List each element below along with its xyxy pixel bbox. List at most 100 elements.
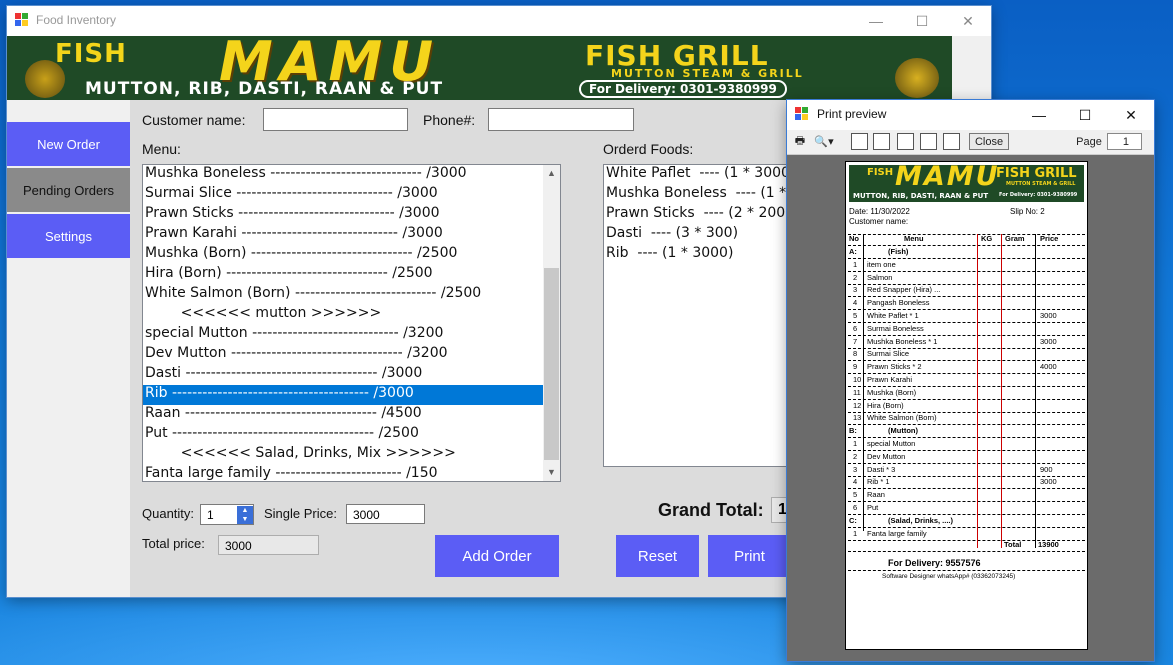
sidebar-item-new-order[interactable]: New Order xyxy=(7,122,130,166)
zoom-icon[interactable]: 🔍▾ xyxy=(811,133,837,150)
phone-input[interactable] xyxy=(488,108,634,131)
preview-title-bar[interactable]: Print preview — ☐ ✕ xyxy=(787,100,1154,130)
two-pages-icon[interactable] xyxy=(873,133,890,150)
scroll-up-icon[interactable]: ▲ xyxy=(543,165,560,182)
ordered-item[interactable]: Dasti ---- (3 * 300) xyxy=(604,225,804,245)
page-number-stepper[interactable]: 1 xyxy=(1107,133,1142,150)
menu-item[interactable]: <<<<<< Salad, Drinks, Mix >>>>>> xyxy=(143,445,543,465)
single-price-input[interactable]: 3000 xyxy=(346,504,425,524)
sidebar-item-pending-orders[interactable]: Pending Orders xyxy=(7,168,130,212)
menu-item[interactable]: Fanta large family ---------------------… xyxy=(143,465,543,481)
restaurant-banner: FISH MAMU FISH GRILL MUTTON STEAM & GRIL… xyxy=(7,36,952,100)
receipt-row-menu: Surmai Slice xyxy=(867,349,910,359)
receipt-row-menu: special Mutton xyxy=(867,439,916,448)
col-divider xyxy=(1035,234,1036,548)
menu-item[interactable]: Mushka (Born) --------------------------… xyxy=(143,245,543,265)
reset-button[interactable]: Reset xyxy=(616,535,699,577)
menu-item[interactable]: Rib ------------------------------------… xyxy=(143,385,543,405)
total-price-field: 3000 xyxy=(218,535,319,555)
ordered-items: White Paflet ---- (1 * 3000) Mushka Bonel… xyxy=(604,165,804,265)
print-button[interactable]: Print xyxy=(708,535,791,577)
ordered-foods-listbox[interactable]: White Paflet ---- (1 * 3000) Mushka Bonel… xyxy=(603,164,805,467)
menu-item[interactable]: Hira (Born) ----------------------------… xyxy=(143,265,543,285)
preview-close-button[interactable]: ✕ xyxy=(1108,100,1154,130)
receipt-section-row: B: (Mutton) xyxy=(848,425,1085,439)
receipt-item-row: 5 Raan xyxy=(848,489,1085,503)
preview-maximize-button[interactable]: ☐ xyxy=(1062,100,1108,130)
menu-item[interactable]: Prawn Karahi ---------------------------… xyxy=(143,225,543,245)
one-page-icon[interactable] xyxy=(851,133,868,150)
receipt-row-menu: Dev Mutton xyxy=(867,451,906,461)
receipt-row-menu: (Salad, Drinks, ....) xyxy=(888,515,954,525)
preview-close-toolbar-button[interactable]: Close xyxy=(969,133,1009,150)
receipt-row-no: 5 xyxy=(853,490,858,500)
decrement-icon[interactable]: ▼ xyxy=(237,515,253,524)
preview-minimize-button[interactable]: — xyxy=(1016,100,1062,130)
receipt-item-row: 11 Mushka (Born) xyxy=(848,387,1085,400)
banner-menu-line: MUTTON, RIB, DASTI, RAAN & PUT xyxy=(85,79,444,99)
ordered-item[interactable]: Rib ---- (1 * 3000) xyxy=(604,245,804,265)
receipt-row-menu: Put xyxy=(867,503,879,512)
six-pages-icon[interactable] xyxy=(943,133,960,150)
receipt-row-no: 11 xyxy=(853,387,861,397)
maximize-button[interactable]: ☐ xyxy=(899,6,945,36)
receipt-item-row: 4 Pangash Boneless xyxy=(848,297,1085,311)
receipt-banner-fish: FISH xyxy=(867,167,894,178)
receipt-banner-brand: MAMU xyxy=(895,165,1000,192)
menu-item[interactable]: special Mutton -------------------------… xyxy=(143,325,543,345)
scroll-down-icon[interactable]: ▼ xyxy=(543,464,560,481)
four-pages-icon[interactable] xyxy=(920,133,937,150)
add-order-button[interactable]: Add Order xyxy=(435,535,559,577)
col-divider xyxy=(977,234,978,548)
menu-item[interactable]: <<<<<< mutton >>>>>> xyxy=(143,305,543,325)
menu-item[interactable]: Raan -----------------------------------… xyxy=(143,405,543,425)
customer-name-label: Customer name: xyxy=(142,112,246,128)
ordered-foods-label: Orderd Foods: xyxy=(603,141,694,157)
receipt-row-no: 7 xyxy=(853,336,858,346)
increment-icon[interactable]: ▲ xyxy=(237,506,253,515)
receipt-item-row: 7 Mushka Boneless * 1 3000 xyxy=(848,336,1085,349)
receipt-row-menu: (Mutton) xyxy=(888,426,918,436)
receipt-row-price: 3000 xyxy=(1040,311,1057,320)
close-button[interactable]: ✕ xyxy=(945,6,991,36)
menu-item[interactable]: Mushka Boneless ------------------------… xyxy=(143,165,543,185)
receipt-row-menu: Raan xyxy=(867,490,885,500)
receipt-row-menu: Surmai Boneless xyxy=(867,323,924,333)
title-bar[interactable]: Food Inventory — ☐ ✕ xyxy=(7,6,991,36)
quantity-label: Quantity: xyxy=(142,506,195,521)
quantity-stepper[interactable]: 1 ▲ ▼ xyxy=(200,504,254,525)
banner-subtitle: MUTTON STEAM & GRILL xyxy=(611,67,804,80)
receipt-item-row: 1 special Mutton xyxy=(848,438,1085,451)
menu-item[interactable]: Dev Mutton -----------------------------… xyxy=(143,345,543,365)
ordered-item[interactable]: Mushka Boneless ---- (1 * 3000) xyxy=(604,185,804,205)
menu-item[interactable]: Put ------------------------------------… xyxy=(143,425,543,445)
ordered-item[interactable]: White Paflet ---- (1 * 3000) xyxy=(604,165,804,185)
sidebar-item-settings[interactable]: Settings xyxy=(7,214,130,258)
menu-item[interactable]: White Salmon (Born) --------------------… xyxy=(143,285,543,305)
customer-name-input[interactable] xyxy=(263,108,408,131)
menu-item[interactable]: Prawn Sticks ---------------------------… xyxy=(143,205,543,225)
receipt-row-no: 4 xyxy=(853,477,858,487)
page-label: Page xyxy=(1076,135,1102,148)
menu-item[interactable]: Dasti ----------------------------------… xyxy=(143,365,543,385)
receipt-row-menu: Prawn Karahi xyxy=(867,375,913,384)
grand-total-label: Grand Total: xyxy=(658,500,764,520)
receipt-footer: Software Designer whatsApp# (03362073245… xyxy=(882,573,1016,580)
dish-logo-icon xyxy=(895,58,939,98)
receipt-item-row: 13 White Salmon (Born) xyxy=(848,412,1085,426)
menu-scrollbar[interactable]: ▲ ▼ xyxy=(543,165,560,481)
printer-icon[interactable]: 🖶 xyxy=(791,133,809,150)
receipt-row-no: A: xyxy=(849,247,857,256)
menu-item[interactable]: Surmai Slice ---------------------------… xyxy=(143,185,543,205)
banner-fish: FISH xyxy=(55,39,127,69)
minimize-button[interactable]: — xyxy=(853,6,899,36)
menu-listbox[interactable]: Mushka Boneless ------------------------… xyxy=(142,164,561,482)
preview-title: Print preview xyxy=(817,107,887,121)
menu-label: Menu: xyxy=(142,141,181,157)
total-price-label: Total price: xyxy=(142,536,205,551)
ordered-item[interactable]: Prawn Sticks ---- (2 * 2000) xyxy=(604,205,804,225)
receipt-item-row: 3 Red Snapper (Hira) ... xyxy=(848,284,1085,298)
receipt-item-row: 9 Prawn Sticks * 2 4000 xyxy=(848,361,1085,375)
three-pages-icon[interactable] xyxy=(897,133,914,150)
scroll-thumb[interactable] xyxy=(544,268,559,460)
